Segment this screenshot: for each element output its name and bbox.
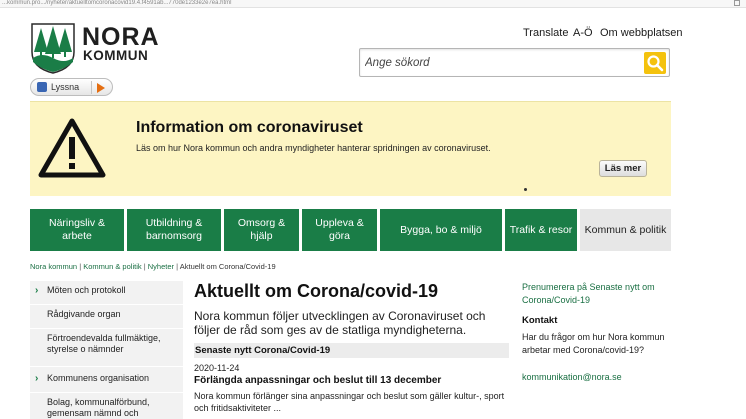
side-item-label: Förtroendevalda fullmäktige, styrelse o …	[47, 333, 161, 354]
side-item-label: Möten och protokoll	[47, 285, 126, 295]
read-more-button[interactable]: Läs mer	[599, 160, 647, 177]
search-button[interactable]	[644, 52, 666, 74]
browser-url-bar[interactable]: ...kommun.pro.../nyheter/aktuelltomcoron…	[0, 0, 746, 8]
page-title: Aktuellt om Corona/covid-19	[194, 281, 439, 301]
search-box	[359, 48, 670, 77]
url-text: ...kommun.pro.../nyheter/aktuelltomcoron…	[2, 0, 232, 6]
banner-dot	[524, 188, 527, 191]
search-icon	[647, 55, 664, 72]
news-title-link[interactable]: Förlängda anpassningar och beslut till 1…	[194, 375, 441, 386]
nav-uppleva[interactable]: Uppleva & göra	[302, 209, 377, 251]
listen-divider	[91, 81, 92, 94]
logo-subtitle: KOMMUN	[83, 48, 149, 63]
search-input[interactable]	[365, 54, 635, 72]
side-item-organisation[interactable]: › Kommunens organisation	[30, 373, 183, 393]
chevron-right-icon: ›	[35, 285, 39, 296]
lead-text: Nora kommun följer utvecklingen av Coron…	[194, 309, 486, 337]
breadcrumb-kommun-politik[interactable]: Kommun & politik	[83, 262, 141, 271]
listen-button[interactable]: Lyssna	[30, 78, 113, 96]
breadcrumb-nyheter[interactable]: Nyheter	[148, 262, 174, 271]
window-corner-icon	[734, 0, 740, 6]
news-date: 2020-11-24	[194, 363, 240, 373]
side-item-label: Bolag, kommunalförbund, gemensam nämnd o…	[47, 397, 150, 418]
logo-name: NORA	[82, 23, 160, 51]
nav-kommun-politik[interactable]: Kommun & politik	[580, 209, 671, 251]
a-o-index-link[interactable]: A-Ö	[573, 27, 593, 39]
banner-title: Information om coronaviruset	[136, 119, 363, 136]
side-item-moten[interactable]: › Möten och protokoll	[30, 285, 183, 305]
corona-info-banner: Information om coronaviruset Läs om hur …	[30, 101, 671, 196]
play-icon[interactable]	[97, 83, 105, 93]
nav-omsorg[interactable]: Omsorg & hjälp	[224, 209, 299, 251]
listen-label: Lyssna	[51, 82, 80, 92]
side-item-label: Rådgivande organ	[47, 309, 121, 319]
chevron-right-icon: ›	[35, 373, 39, 384]
warning-icon	[38, 118, 106, 178]
translate-link[interactable]: Translate	[523, 27, 568, 39]
news-excerpt: Nora kommun förlänger sina anpassningar …	[194, 391, 505, 413]
speaker-icon	[37, 82, 47, 92]
contact-heading: Kontakt	[522, 315, 558, 326]
breadcrumb: Nora kommun | Kommun & politik | Nyheter…	[30, 262, 276, 271]
nav-bygga[interactable]: Bygga, bo & miljö	[380, 209, 502, 251]
side-item-radgivande[interactable]: Rådgivande organ	[30, 309, 183, 329]
main-navigation: Näringsliv & arbete Utbildning & barnoms…	[30, 209, 671, 251]
nav-utbildning[interactable]: Utbildning & barnomsorg	[127, 209, 221, 251]
subscribe-link[interactable]: Prenumerera på Senaste nytt om Corona/Co…	[522, 281, 672, 307]
breadcrumb-current: Aktuellt om Corona/Covid-19	[179, 262, 276, 271]
breadcrumb-home[interactable]: Nora kommun	[30, 262, 77, 271]
side-item-fortroendevalda[interactable]: Förtroendevalda fullmäktige, styrelse o …	[30, 333, 183, 367]
about-site-link[interactable]: Om webbplatsen	[600, 27, 683, 39]
site-logo[interactable]: NORA KOMMUN	[30, 22, 160, 74]
side-menu: › Möten och protokoll Rådgivande organ F…	[30, 281, 183, 419]
banner-text: Läs om hur Nora kommun och andra myndigh…	[136, 143, 491, 153]
contact-email-link[interactable]: kommunikation@nora.se	[522, 372, 622, 382]
news-section-heading: Senaste nytt Corona/Covid-19	[194, 343, 509, 358]
side-item-label: Kommunens organisation	[47, 373, 150, 383]
contact-text: Har du frågor om hur Nora kommun arbetar…	[522, 332, 665, 355]
nav-trafik[interactable]: Trafik & resor	[505, 209, 577, 251]
coat-of-arms-icon	[31, 23, 75, 74]
nav-naringsliv[interactable]: Näringsliv & arbete	[30, 209, 124, 251]
side-item-bolag[interactable]: Bolag, kommunalförbund, gemensam nämnd o…	[30, 397, 183, 419]
